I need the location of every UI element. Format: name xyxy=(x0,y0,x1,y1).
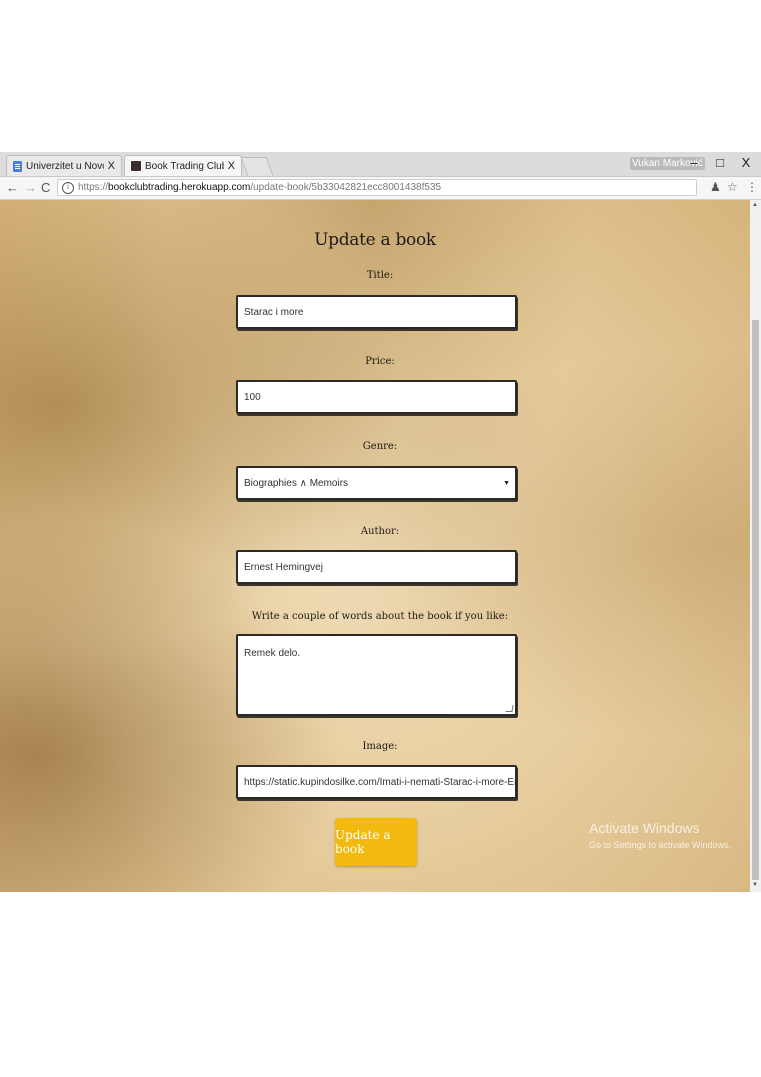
tab-strip: Univerzitet u Novom Sad X Book Trading C… xyxy=(0,152,761,177)
genre-label: Genre: xyxy=(362,441,398,452)
page-viewport: Update a book Title: Starac i more Price… xyxy=(0,200,750,892)
tab-close-icon[interactable]: X xyxy=(108,160,115,172)
activate-windows-watermark: Activate Windows Go to Settings to activ… xyxy=(589,820,731,850)
author-input[interactable]: Ernest Hemingvej xyxy=(236,550,517,584)
tab-title: Univerzitet u Novom Sad xyxy=(26,160,104,172)
document-icon xyxy=(13,160,22,172)
resize-grip-icon[interactable] xyxy=(505,705,514,712)
page-scrollbar[interactable]: ▲ ▼ xyxy=(750,200,761,892)
scroll-up-arrow-icon[interactable]: ▲ xyxy=(752,202,758,208)
description-textarea[interactable]: Remek delo. xyxy=(236,634,517,716)
title-input[interactable]: Starac i more xyxy=(236,295,517,329)
scroll-down-arrow-icon[interactable]: ▼ xyxy=(752,882,758,888)
address-bar: ← → C i https://bookclubtrading.herokuap… xyxy=(0,177,761,200)
page-title: Update a book xyxy=(314,230,436,250)
forward-arrow-icon[interactable]: → xyxy=(24,180,37,195)
tab-univerzitet[interactable]: Univerzitet u Novom Sad X xyxy=(6,155,122,176)
tab-book-trading-club[interactable]: Book Trading Club X xyxy=(124,155,242,176)
maximize-button[interactable]: □ xyxy=(712,155,728,170)
url-path: /update-book/5b33042821ecc8001438f535 xyxy=(250,182,442,193)
dropdown-arrow-icon: ▼ xyxy=(503,479,510,487)
url-host: bookclubtrading.herokuapp.com xyxy=(108,182,251,193)
price-label: Price: xyxy=(365,356,395,367)
price-value: 100 xyxy=(244,391,261,403)
new-tab-button[interactable] xyxy=(240,157,274,176)
description-label: Write a couple of words about the book i… xyxy=(251,611,509,622)
info-icon[interactable]: i xyxy=(62,181,74,194)
author-label: Author: xyxy=(360,526,400,537)
tab-title: Book Trading Club xyxy=(145,160,224,172)
back-arrow-icon[interactable]: ← xyxy=(6,180,19,195)
author-value: Ernest Hemingvej xyxy=(244,561,323,573)
genre-selected-value: Biographies ∧ Memoirs xyxy=(244,477,349,489)
watermark-subtitle: Go to Settings to activate Windows. xyxy=(589,840,732,850)
extension-icon[interactable]: ♟ xyxy=(710,180,721,194)
browser-window: Univerzitet u Novom Sad X Book Trading C… xyxy=(0,152,761,892)
price-input[interactable]: 100 xyxy=(236,380,517,414)
close-window-button[interactable]: X xyxy=(738,155,754,170)
url-input[interactable]: i https://bookclubtrading.herokuapp.com/… xyxy=(57,179,697,196)
image-label: Image: xyxy=(362,741,398,752)
bookmark-star-icon[interactable]: ☆ xyxy=(727,180,738,194)
genre-select[interactable]: Biographies ∧ Memoirs ▼ xyxy=(236,466,517,500)
image-url-input[interactable]: https://static.kupindosilke.com/Imati-i-… xyxy=(236,765,517,799)
image-url-value: https://static.kupindosilke.com/Imati-i-… xyxy=(244,776,515,788)
title-label: Title: xyxy=(366,270,394,281)
menu-dots-icon[interactable]: ⋮ xyxy=(746,180,758,194)
description-value: Remek delo. xyxy=(244,648,301,659)
reload-icon[interactable]: C xyxy=(41,180,50,195)
update-book-button[interactable]: Update a book xyxy=(335,818,417,866)
url-scheme: https:// xyxy=(78,182,109,193)
watermark-title: Activate Windows xyxy=(589,820,700,836)
tab-close-icon[interactable]: X xyxy=(228,160,235,172)
scroll-thumb[interactable] xyxy=(752,320,759,880)
book-icon xyxy=(131,161,141,171)
minimize-button[interactable]: – xyxy=(686,155,702,170)
